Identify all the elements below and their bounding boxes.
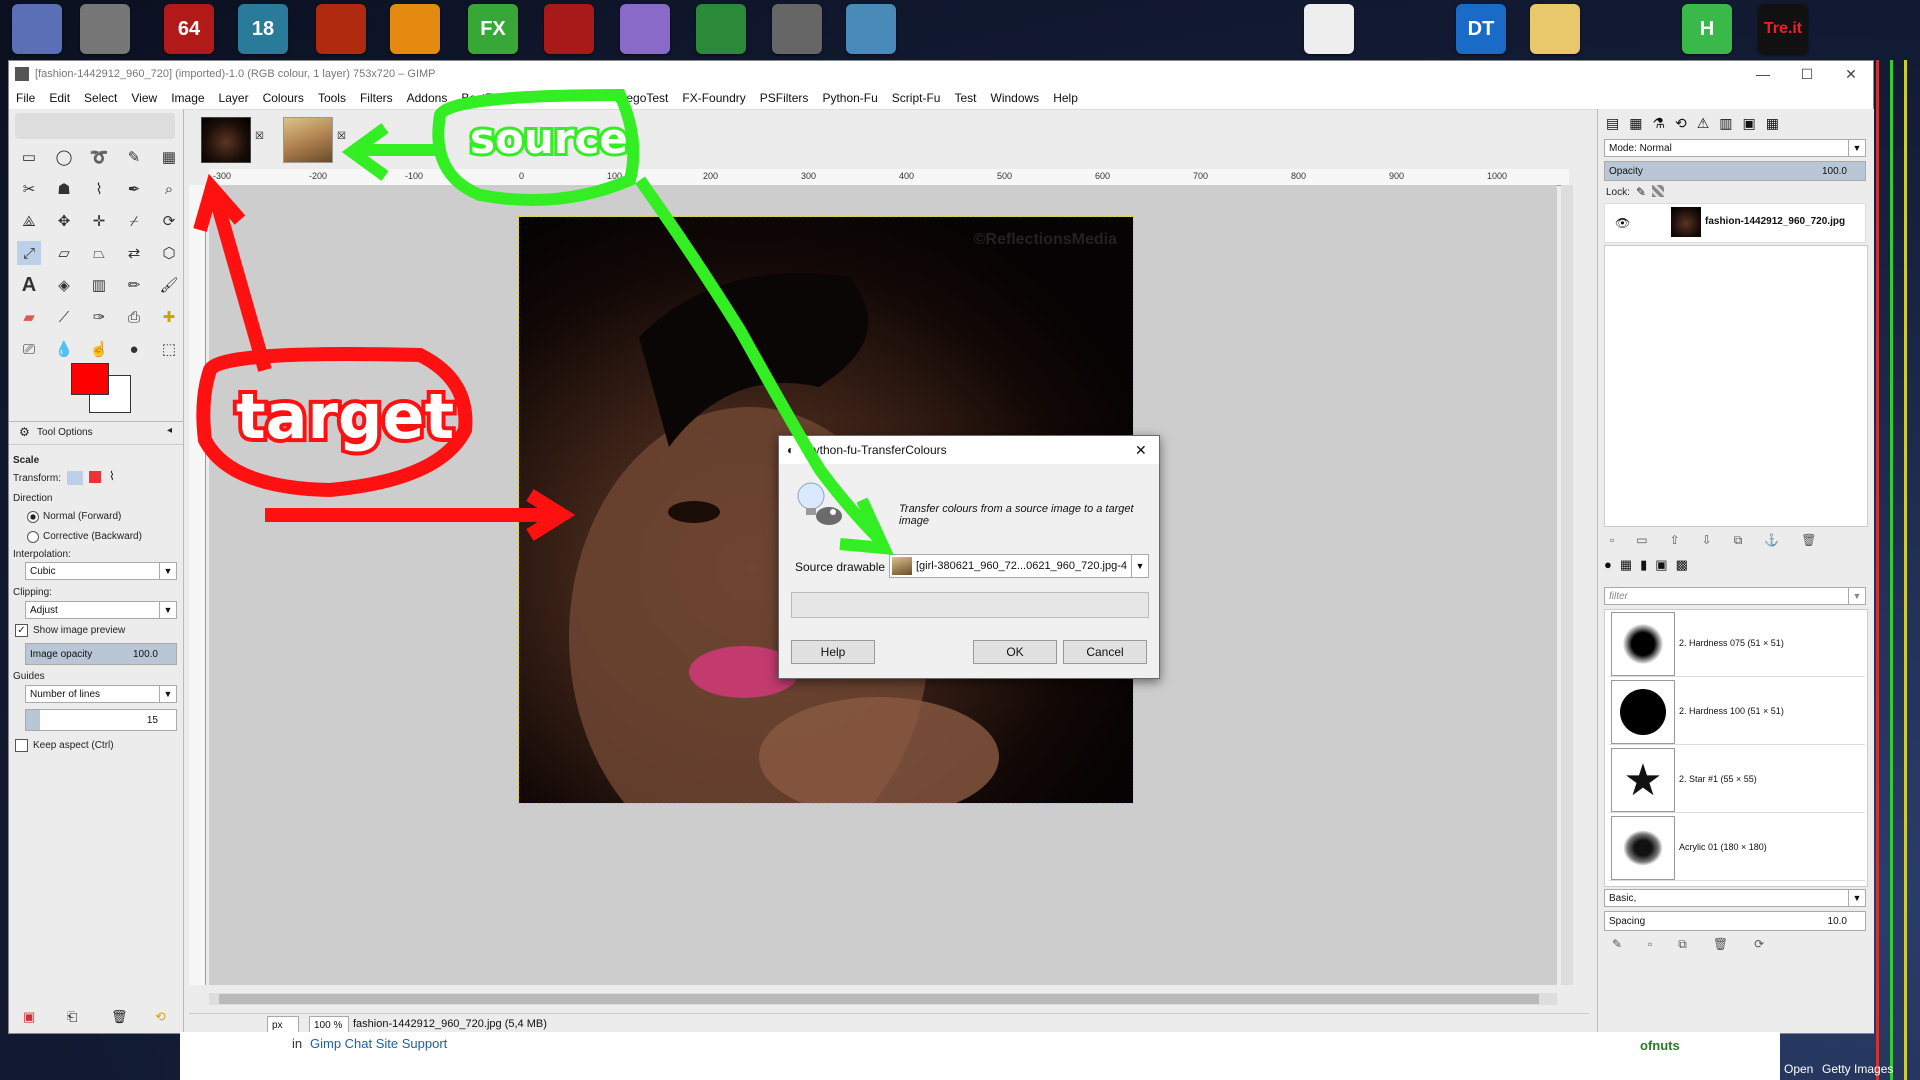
source-pointer-line <box>635 176 885 545</box>
target-up-arrow-line <box>208 193 272 372</box>
link-prefix: in <box>292 1036 303 1051</box>
getty-images-link[interactable]: Getty Images <box>1822 1062 1893 1076</box>
annotation-overlay <box>193 88 894 555</box>
author-link[interactable]: ofnuts <box>1640 1038 1680 1053</box>
open-link[interactable]: Open <box>1784 1062 1813 1076</box>
forum-link[interactable]: Gimp Chat Site Support <box>310 1036 447 1051</box>
target-annotation-label: target <box>232 376 458 457</box>
source-annotation-label: source <box>467 111 631 166</box>
background-browser-page: in Gimp Chat Site Support ofnuts <box>180 1032 1780 1080</box>
